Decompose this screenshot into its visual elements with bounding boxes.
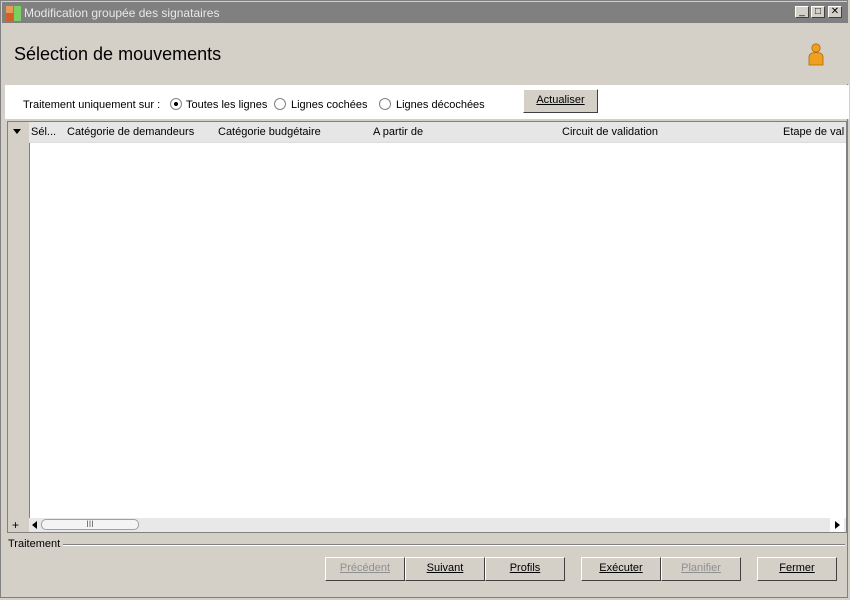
radio-unchecked-lines[interactable]	[379, 98, 391, 110]
radio-all-lines[interactable]	[170, 98, 182, 110]
filter-label: Traitement uniquement sur :	[23, 99, 161, 111]
execute-button[interactable]: Exécuter	[581, 557, 661, 581]
radio-checked-lines-label[interactable]: Lignes cochées	[291, 99, 367, 111]
refresh-button[interactable]: Actualiser	[523, 89, 598, 113]
window-title: Modification groupée des signataires	[24, 6, 220, 20]
scroll-left-icon[interactable]	[32, 521, 37, 529]
column-header-from-date[interactable]: A partir de	[373, 126, 423, 138]
title-bar[interactable]: Modification groupée des signataires _ □…	[2, 2, 848, 23]
filter-panel: Traitement uniquement sur : Toutes les l…	[5, 85, 849, 119]
row-header-column	[8, 122, 30, 532]
header-panel: Sélection de mouvements	[2, 23, 848, 84]
close-button[interactable]: Fermer	[757, 557, 837, 581]
add-row-icon[interactable]: +	[12, 519, 19, 531]
scroll-right-icon	[835, 521, 840, 529]
radio-unchecked-lines-label[interactable]: Lignes décochées	[396, 99, 485, 111]
scroll-thumb[interactable]: III	[41, 519, 139, 530]
movements-grid[interactable]: Sél... Catégorie de demandeurs Catégorie…	[7, 121, 847, 533]
previous-button[interactable]: Précédent	[325, 557, 405, 581]
profiles-button[interactable]: Profils	[485, 557, 565, 581]
radio-checked-lines[interactable]	[274, 98, 286, 110]
main-window: Modification groupée des signataires _ □…	[0, 0, 849, 598]
treatment-section-label: Traitement	[8, 538, 61, 550]
column-header-selection[interactable]: Sél...	[31, 126, 56, 138]
page-title: Sélection de mouvements	[14, 44, 222, 64]
column-header-validation-step[interactable]: Etape de val	[783, 126, 844, 138]
maximize-button[interactable]: □	[811, 6, 825, 18]
next-button[interactable]: Suivant	[405, 557, 485, 581]
app-icon	[6, 6, 21, 21]
plan-button[interactable]: Planifier	[661, 557, 741, 581]
grid-header: Sél... Catégorie de demandeurs Catégorie…	[29, 122, 846, 143]
column-header-budget-category[interactable]: Catégorie budgétaire	[218, 126, 321, 138]
horizontal-scrollbar[interactable]: III	[29, 518, 846, 532]
scroll-right-button[interactable]	[830, 518, 844, 532]
column-header-requester-category[interactable]: Catégorie de demandeurs	[67, 126, 194, 138]
user-icon	[808, 43, 824, 66]
radio-all-lines-label[interactable]: Toutes les lignes	[186, 99, 267, 111]
close-window-button[interactable]: ✕	[828, 6, 842, 18]
minimize-button[interactable]: _	[795, 6, 809, 18]
column-header-validation-circuit[interactable]: Circuit de validation	[562, 126, 658, 138]
dropdown-arrow-icon[interactable]	[13, 129, 21, 134]
section-divider	[63, 544, 845, 546]
